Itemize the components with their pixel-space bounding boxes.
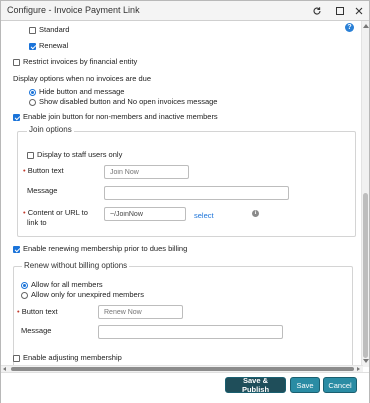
enable-join-checkbox[interactable]	[13, 114, 20, 121]
renew-button-text-input[interactable]	[98, 305, 183, 319]
content-url-label: • Content or URL to	[23, 208, 88, 217]
content-url-label-line2: link to	[27, 218, 47, 227]
scroll-up-icon[interactable]	[363, 24, 369, 28]
display-options-heading: Display options when no invoices are due	[13, 74, 151, 83]
renew-message-input[interactable]	[98, 325, 283, 339]
join-message-input[interactable]	[104, 186, 289, 200]
enable-join-label: Enable join button for non-members and i…	[23, 112, 218, 121]
enable-renew-checkbox[interactable]	[13, 246, 20, 253]
staff-only-checkbox[interactable]	[27, 152, 34, 159]
join-button-text-label: • Button text	[23, 166, 64, 175]
join-options-fieldset	[17, 131, 356, 237]
info-icon[interactable]: i	[252, 210, 259, 217]
restrict-entity-label: Restrict invoices by financial entity	[23, 57, 138, 66]
dialog-footer: Save & Publish Save Cancel	[1, 372, 369, 403]
hide-button-label: Hide button and message	[39, 87, 125, 96]
renewal-label: Renewal	[39, 41, 69, 50]
show-disabled-label: Show disabled button and No open invoice…	[39, 97, 218, 106]
renew-button-text-label: • Button text	[17, 307, 58, 316]
hide-button-radio[interactable]	[29, 89, 36, 96]
refresh-icon[interactable]	[309, 3, 325, 19]
renew-message-label: Message	[21, 326, 52, 335]
dialog-window: Configure - Invoice Payment Link ? Stand…	[0, 0, 370, 403]
select-link[interactable]: select	[194, 211, 214, 220]
join-message-label: Message	[27, 186, 58, 195]
content-url-input[interactable]	[104, 207, 186, 221]
staff-only-label: Display to staff users only	[37, 150, 123, 159]
vertical-scroll-thumb[interactable]	[363, 193, 368, 358]
horizontal-scroll-thumb[interactable]	[11, 367, 354, 371]
window-title: Configure - Invoice Payment Link	[7, 5, 140, 15]
renewal-checkbox[interactable]	[29, 43, 36, 50]
save-button[interactable]: Save	[290, 377, 320, 393]
allow-all-label: Allow for all members	[31, 280, 103, 289]
restrict-entity-checkbox[interactable]	[13, 59, 20, 66]
allow-all-radio[interactable]	[21, 282, 28, 289]
join-options-legend: Join options	[27, 125, 74, 134]
vertical-scrollbar[interactable]	[361, 21, 369, 367]
enable-renew-label: Enable renewing membership prior to dues…	[23, 244, 188, 253]
show-disabled-radio[interactable]	[29, 99, 36, 106]
help-icon[interactable]: ?	[345, 23, 354, 32]
horizontal-scrollbar[interactable]	[1, 365, 363, 372]
cancel-button[interactable]: Cancel	[323, 377, 357, 393]
enable-adjust-label: Enable adjusting membership	[23, 353, 122, 362]
dialog-content: ? Standard Renewal Restrict invoices by …	[1, 21, 361, 365]
scroll-left-icon[interactable]	[3, 367, 6, 371]
title-bar: Configure - Invoice Payment Link	[1, 1, 369, 21]
close-icon[interactable]	[351, 3, 367, 19]
scroll-down-icon[interactable]	[363, 359, 369, 363]
enable-adjust-checkbox[interactable]	[13, 355, 20, 362]
save-publish-button[interactable]: Save & Publish	[225, 376, 286, 394]
standard-label: Standard	[39, 25, 70, 34]
maximize-icon[interactable]	[332, 3, 348, 19]
scroll-right-icon[interactable]	[357, 367, 360, 371]
allow-unexpired-label: Allow only for unexpired members	[31, 290, 144, 299]
standard-checkbox[interactable]	[29, 27, 36, 34]
renew-options-legend: Renew without billing options	[22, 261, 130, 270]
allow-unexpired-radio[interactable]	[21, 292, 28, 299]
join-button-text-input[interactable]	[104, 165, 189, 179]
